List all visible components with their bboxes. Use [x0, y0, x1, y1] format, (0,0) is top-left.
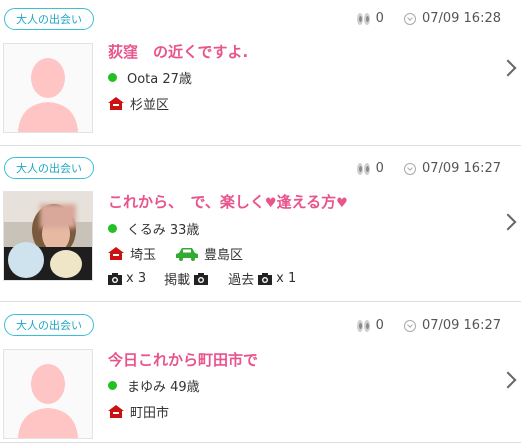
view-count: 0 — [375, 11, 384, 26]
area-row: 杉並区 — [108, 94, 169, 113]
online-status-icon — [108, 381, 117, 390]
user-row: くるみ 33歳 — [108, 219, 199, 238]
online-status-icon — [108, 224, 117, 233]
camera-icon — [258, 272, 273, 285]
post-title[interactable]: これから、 で、楽しく♥逢える方♥ — [108, 191, 348, 212]
category-tag: 大人の出会い — [4, 8, 94, 30]
eye-icon — [356, 319, 370, 332]
category-tag: 大人の出会い — [4, 314, 94, 336]
post-time: 07/09 16:28 — [421, 11, 501, 26]
eye-icon — [356, 162, 370, 175]
chevron-right-icon[interactable] — [499, 371, 517, 389]
area-row: 町田市 — [108, 402, 169, 421]
photo-row: x 3 掲載 過去 x 1 — [108, 269, 300, 288]
user-row: まゆみ 49歳 — [108, 376, 200, 395]
default-avatar-icon — [18, 364, 78, 438]
house-icon — [108, 97, 124, 110]
post-meta: 0 07/09 16:28 — [356, 11, 501, 26]
user-name-age: くるみ 33歳 — [127, 223, 200, 238]
post-title[interactable]: 今日これから町田市で — [108, 349, 258, 370]
post-time: 07/09 16:27 — [421, 318, 501, 333]
car-area-text: 豊島区 — [204, 248, 244, 263]
default-avatar-icon — [18, 58, 78, 132]
chevron-right-icon[interactable] — [499, 59, 517, 77]
user-name-age: Oota 27歳 — [127, 72, 192, 87]
post-photo-label: 掲載 — [164, 273, 191, 288]
post-item[interactable]: 大人の出会い 0 07/09 16:28 荻窪 の近くですよ. Oota 27歳… — [0, 0, 521, 146]
post-title[interactable]: 荻窪 の近くですよ. — [108, 41, 248, 62]
post-item[interactable]: 大人の出会い 0 07/09 16:27 これから、 で、楽しく♥逢える方♥ く… — [0, 146, 521, 302]
avatar[interactable] — [3, 349, 93, 439]
view-count: 0 — [375, 161, 384, 176]
heart-icon: ♥ — [336, 196, 348, 211]
clock-icon — [403, 319, 416, 332]
past-photo-count: x 1 — [276, 271, 297, 286]
area-text: 埼玉 — [130, 248, 157, 263]
post-meta: 0 07/09 16:27 — [356, 318, 501, 333]
user-name-age: まゆみ 49歳 — [127, 380, 200, 395]
heart-icon: ♥ — [264, 196, 277, 211]
car-icon — [176, 247, 199, 261]
house-icon — [108, 405, 124, 418]
chevron-right-icon[interactable] — [499, 213, 517, 231]
area-text: 町田市 — [130, 406, 170, 421]
view-count: 0 — [375, 318, 384, 333]
avatar-photo[interactable] — [3, 191, 93, 281]
user-row: Oota 27歳 — [108, 68, 192, 87]
photo-count: x 3 — [126, 271, 147, 286]
post-item[interactable]: 大人の出会い 0 07/09 16:27 今日これから町田市で まゆみ 49歳 … — [0, 302, 521, 443]
area-text: 杉並区 — [130, 98, 170, 113]
area-row: 埼玉 豊島区 — [108, 244, 243, 263]
online-status-icon — [108, 73, 117, 82]
category-tag: 大人の出会い — [4, 157, 94, 179]
post-time: 07/09 16:27 — [421, 161, 501, 176]
camera-icon — [194, 272, 209, 285]
blurred-face — [40, 204, 76, 228]
clock-icon — [403, 162, 416, 175]
post-meta: 0 07/09 16:27 — [356, 161, 501, 176]
past-photo-label: 過去 — [228, 273, 255, 288]
camera-icon — [108, 272, 122, 285]
clock-icon — [403, 12, 416, 25]
avatar[interactable] — [3, 43, 93, 133]
eye-icon — [356, 12, 370, 25]
house-icon — [108, 247, 124, 260]
